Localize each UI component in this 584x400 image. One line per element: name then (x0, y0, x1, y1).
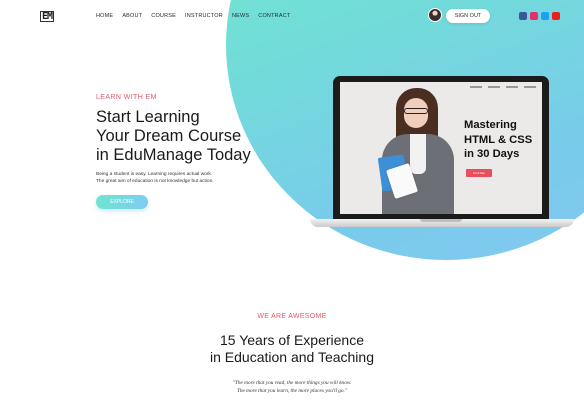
hero-description: Being a student is easy. Learning requir… (96, 171, 214, 185)
hero-title: Start Learning Your Dream Course in EduM… (96, 108, 296, 165)
main-nav: HOME ABOUT COURSE INSTRUCTOR NEWS CONTRA… (96, 13, 290, 19)
promo-title-line: in 30 Days (464, 148, 520, 160)
explore-button[interactable]: EXPLORE (96, 195, 148, 209)
user-avatar[interactable] (428, 8, 442, 22)
instagram-icon[interactable] (530, 12, 538, 20)
quote-line: "The more that you read, the more things… (232, 380, 352, 386)
nav-instructor[interactable]: INSTRUCTOR (185, 13, 223, 19)
nav-about[interactable]: ABOUT (122, 13, 142, 19)
promo-title-line: HTML & CSS (464, 133, 533, 146)
section-title: 15 Years of Experience in Education and … (0, 332, 584, 366)
promo-title: Mastering HTML & CSS in 30 Days (464, 118, 532, 162)
facebook-icon[interactable] (519, 12, 527, 20)
hero-title-line: Your Dream Course (96, 127, 242, 145)
laptop-display: Mastering HTML & CSS in 30 Days Enroll N… (340, 82, 542, 214)
section-title-line: in Education and Teaching (210, 349, 374, 365)
laptop-notch (420, 219, 462, 222)
nav-home[interactable]: HOME (96, 13, 113, 19)
landing-page: EM HOME ABOUT COURSE INSTRUCTOR NEWS CON… (0, 0, 584, 400)
hero-description-line: Being a student is easy. Learning requir… (96, 172, 213, 177)
hero-title-line: Start Learning (96, 108, 200, 126)
hero-title-line: in EduManage Today (96, 146, 251, 164)
logo[interactable]: EM (40, 11, 55, 22)
twitter-icon[interactable] (541, 12, 549, 20)
promo-title-line: Mastering (464, 119, 517, 131)
mini-nav (470, 86, 536, 88)
youtube-icon[interactable] (552, 12, 560, 20)
enroll-button[interactable]: Enroll Now (466, 169, 492, 177)
section-quote: "The more that you read, the more things… (0, 380, 584, 395)
section-title-line: 15 Years of Experience (220, 332, 364, 348)
glasses-icon (404, 108, 428, 114)
sign-out-button[interactable]: SIGN OUT (446, 9, 490, 23)
nav-contract[interactable]: CONTRACT (258, 13, 290, 19)
student-shirt (410, 134, 426, 174)
section-kicker: WE ARE AWESOME (257, 313, 327, 320)
nav-news[interactable]: NEWS (232, 13, 249, 19)
quote-line: The more that you learn, the more places… (236, 387, 348, 394)
hero-description-line: The great aim of education is not knowle… (96, 179, 214, 184)
hero-kicker: LEARN WITH EM (96, 94, 157, 101)
nav-course[interactable]: COURSE (151, 13, 176, 19)
social-links (519, 12, 560, 20)
